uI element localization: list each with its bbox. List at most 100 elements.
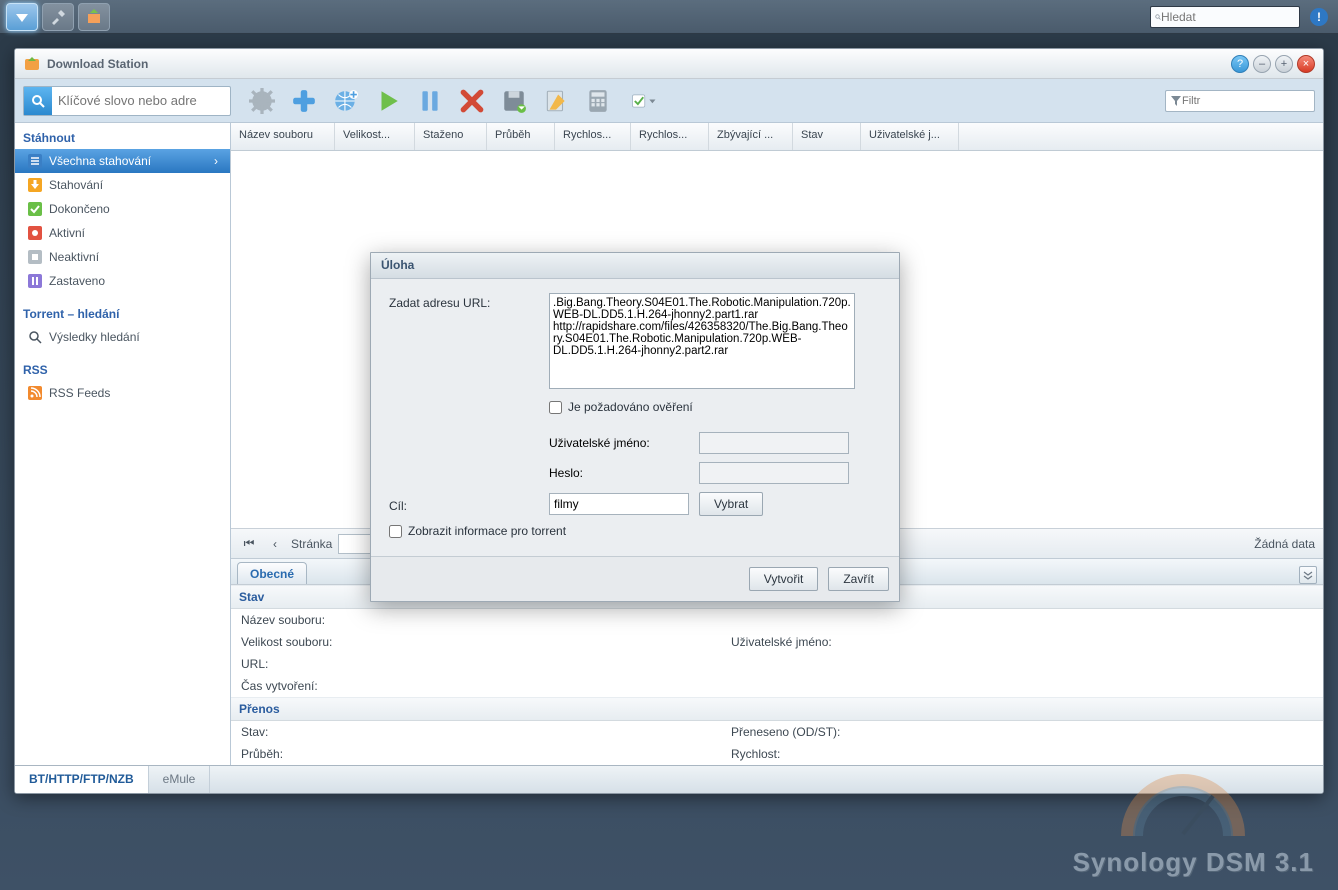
maximize-button[interactable]: +	[1275, 55, 1293, 73]
tabs-dropdown-button[interactable]	[1299, 566, 1317, 584]
play-button[interactable]	[371, 84, 405, 118]
dialog-footer: Vytvořit Zavřít	[371, 556, 899, 601]
sidebar-item-label: Zastaveno	[49, 274, 105, 288]
burst-icon	[27, 225, 43, 241]
add-url-button[interactable]	[329, 84, 363, 118]
edit-button[interactable]	[539, 84, 573, 118]
bottom-tab-bt[interactable]: BT/HTTP/FTP/NZB	[15, 766, 149, 794]
sidebar-item-label: Neaktivní	[49, 250, 99, 264]
delete-button[interactable]	[455, 84, 489, 118]
settings-button[interactable]	[245, 84, 279, 118]
grid-column-header[interactable]: Stav	[793, 123, 861, 150]
grid-column-header[interactable]: Průběh	[487, 123, 555, 150]
calc-button[interactable]	[581, 84, 615, 118]
down-icon	[27, 177, 43, 193]
password-input	[699, 462, 849, 484]
sidebar-item-downloading[interactable]: Stahování	[15, 173, 230, 197]
rss-icon	[27, 385, 43, 401]
grid-column-header[interactable]: Zbývající ...	[709, 123, 793, 150]
close-button[interactable]: ×	[1297, 55, 1315, 73]
keyword-search-input[interactable]	[52, 93, 230, 108]
grid-column-header[interactable]: Uživatelské j...	[861, 123, 959, 150]
detail-label: Stav:	[241, 725, 731, 739]
sidebar-header-download: Stáhnout	[15, 125, 230, 149]
sidebar-item-label: Aktivní	[49, 226, 85, 240]
edit-icon	[543, 88, 569, 114]
help-button[interactable]: ?	[1231, 55, 1249, 73]
url-label: Zadat adresu URL:	[389, 293, 549, 310]
pause-icon	[27, 273, 43, 289]
destination-label: Cíl:	[389, 496, 549, 513]
destination-input[interactable]	[549, 493, 689, 515]
create-button[interactable]: Vytvořit	[749, 567, 819, 591]
search-icon	[30, 93, 46, 109]
filter-input[interactable]	[1182, 95, 1310, 107]
notification-badge[interactable]: !	[1310, 8, 1328, 26]
bottom-tab-emule[interactable]: eMule	[149, 766, 211, 794]
filter-icon	[1170, 95, 1182, 107]
grid-column-header[interactable]: Velikost...	[335, 123, 415, 150]
first-page-button[interactable]: ⏮	[239, 534, 259, 554]
detail-panel: Stav Název souboru: Velikost souboru:Uži…	[231, 584, 1323, 765]
sidebar-item-active[interactable]: Aktivní	[15, 221, 230, 245]
double-chevron-down-icon	[1303, 570, 1313, 580]
add-button[interactable]	[287, 84, 321, 118]
check-dropdown-icon	[631, 88, 657, 114]
sidebar-item-done[interactable]: Dokončeno	[15, 197, 230, 221]
check-dropdown-button[interactable]	[623, 84, 665, 118]
titlebar: Download Station ? – + ×	[15, 49, 1323, 79]
sidebar: Stáhnout Všechna stahování › Stahování D…	[15, 123, 231, 765]
detail-section-prenos: Přenos	[231, 697, 1323, 721]
choose-button[interactable]: Vybrat	[699, 492, 763, 516]
globe-plus-icon	[333, 88, 359, 114]
sidebar-item-label: Stahování	[49, 178, 103, 192]
start-menu-button[interactable]	[6, 3, 38, 31]
toolbar-row	[15, 79, 1323, 123]
grid-column-header[interactable]: Staženo	[415, 123, 487, 150]
system-bar: !	[0, 0, 1338, 34]
sidebar-item-inactive[interactable]: Neaktivní	[15, 245, 230, 269]
save-button[interactable]	[497, 84, 531, 118]
keyword-search-button[interactable]	[24, 87, 52, 115]
auth-checkbox-row[interactable]: Je požadováno ověření	[549, 400, 693, 414]
package-button[interactable]	[78, 3, 110, 31]
check-icon	[27, 201, 43, 217]
task-dialog: Úloha Zadat adresu URL: Je požadováno ov…	[370, 252, 900, 602]
url-textarea[interactable]	[549, 293, 855, 389]
page-input[interactable]	[338, 534, 374, 554]
chevron-down-icon	[13, 10, 31, 24]
minimize-button[interactable]: –	[1253, 55, 1271, 73]
system-search-input[interactable]	[1161, 10, 1295, 24]
auth-label: Je požadováno ověření	[568, 400, 693, 414]
grid-column-header[interactable]: Rychlos...	[631, 123, 709, 150]
auth-checkbox[interactable]	[549, 401, 562, 414]
pause-icon	[417, 88, 443, 114]
dialog-close-button[interactable]: Zavřít	[828, 567, 889, 591]
detail-label: Uživatelské jméno:	[731, 635, 832, 649]
system-search[interactable]	[1150, 6, 1300, 28]
prev-page-button[interactable]: ‹	[265, 534, 285, 554]
detail-label: Název souboru:	[241, 613, 731, 627]
keyword-search-box[interactable]	[23, 86, 231, 116]
tab-general[interactable]: Obecné	[237, 562, 307, 584]
plus-icon	[291, 88, 317, 114]
sidebar-item-stopped[interactable]: Zastaveno	[15, 269, 230, 293]
pause-button[interactable]	[413, 84, 447, 118]
sidebar-item-search-results[interactable]: Výsledky hledání	[15, 325, 230, 349]
username-input	[699, 432, 849, 454]
chevron-right-icon: ›	[214, 154, 218, 168]
no-data-text: Žádná data	[1254, 537, 1315, 551]
sidebar-item-rss[interactable]: RSS Feeds	[15, 381, 230, 405]
tools-button[interactable]	[42, 3, 74, 31]
disk-icon	[501, 88, 527, 114]
grid-column-header[interactable]: Rychlos...	[555, 123, 631, 150]
grid-column-header[interactable]: Název souboru	[231, 123, 335, 150]
sidebar-item-label: RSS Feeds	[49, 386, 110, 400]
torrent-info-checkbox-row[interactable]: Zobrazit informace pro torrent	[389, 524, 881, 538]
watermark-text: Synology DSM 3.1	[1073, 847, 1314, 878]
sidebar-item-all[interactable]: Všechna stahování ›	[15, 149, 230, 173]
sidebar-header-rss: RSS	[15, 357, 230, 381]
torrent-info-checkbox[interactable]	[389, 525, 402, 538]
username-label: Uživatelské jméno:	[549, 436, 699, 450]
filter-box[interactable]	[1165, 90, 1315, 112]
